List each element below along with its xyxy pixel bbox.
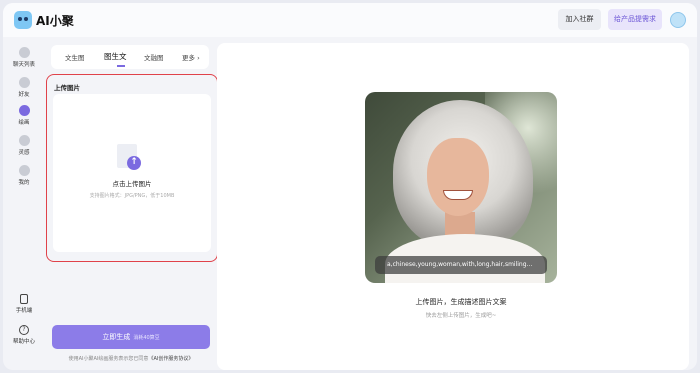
- upload-arrow-icon: ↑: [127, 156, 141, 170]
- mode-tabs: 文生图 图生文 文融图 更多 ›: [51, 45, 209, 69]
- agreement-prefix: 使用AI小聚AI绘画服务表示您已同意: [68, 356, 149, 362]
- app-name: AI小聚: [36, 14, 74, 28]
- generate-button[interactable]: 立即生成 消耗40算豆: [52, 325, 210, 349]
- tool-panel: 文生图 图生文 文融图 更多 › 上传图片 ↑ 点击上传图片 支持图片格式：JP…: [45, 39, 218, 370]
- top-header: AI小聚 加入社群 给产品提需求: [3, 3, 697, 37]
- help-icon: ?: [19, 325, 29, 335]
- tab-image-fusion[interactable]: 文融图: [144, 52, 164, 62]
- sidebar-item-label: 灵感: [18, 150, 30, 156]
- agreement-link[interactable]: 《AI创作服务协议》: [148, 356, 193, 362]
- paint-icon: [18, 105, 30, 116]
- app-window: AI小聚 加入社群 给产品提需求 聊天列表 好友 绘画 灵感 我的 手机端 ? …: [3, 3, 697, 370]
- sidebar-item-chat-list[interactable]: 聊天列表: [3, 47, 45, 68]
- image-caption: a,chinese,young,woman,with,long,hair,smi…: [375, 256, 547, 274]
- sidebar-item-label: 手机端: [15, 308, 33, 314]
- example-image: a,chinese,young,woman,with,long,hair,smi…: [365, 92, 557, 283]
- generate-cost: 消耗40算豆: [133, 335, 160, 341]
- tab-image-to-text[interactable]: 图生文: [104, 51, 127, 62]
- sidebar-item-profile[interactable]: 我的: [3, 165, 45, 186]
- friend-icon: [18, 77, 30, 88]
- upload-label: 点击上传图片: [112, 180, 152, 188]
- sidebar-item-label: 好友: [18, 92, 30, 98]
- tab-more[interactable]: 更多 ›: [182, 52, 200, 62]
- sidebar-item-label: 我的: [18, 180, 30, 186]
- avatar[interactable]: [670, 12, 686, 28]
- sidebar-item-friends[interactable]: 好友: [3, 77, 45, 98]
- sidebar-item-label: 聊天列表: [12, 62, 35, 68]
- inspiration-icon: [18, 135, 30, 146]
- sidebar-item-label: 绘画: [18, 120, 30, 126]
- upload-dropzone[interactable]: ↑ 点击上传图片 支持图片格式：JPG/PNG，低于10MB: [53, 94, 211, 252]
- result-area: a,chinese,young,woman,with,long,hair,smi…: [217, 43, 689, 370]
- sidebar-item-mobile[interactable]: 手机端: [3, 294, 45, 314]
- feature-request-button[interactable]: 给产品提需求: [608, 9, 662, 30]
- sidebar-item-label: 帮助中心: [12, 339, 35, 345]
- upload-hint: 支持图片格式：JPG/PNG，低于10MB: [89, 193, 175, 199]
- phone-icon: [20, 294, 28, 304]
- join-community-button[interactable]: 加入社群: [558, 9, 601, 30]
- tab-text-to-image[interactable]: 文生图: [65, 52, 85, 62]
- sidebar-nav: 聊天列表 好友 绘画 灵感 我的 手机端 ? 帮助中心: [3, 37, 45, 370]
- sidebar-item-inspiration[interactable]: 灵感: [3, 135, 45, 156]
- chat-icon: [18, 47, 30, 58]
- generate-label: 立即生成: [102, 333, 131, 341]
- upload-title: 上传图片: [54, 84, 80, 92]
- result-title: 上传图片，生成描述图片文案: [415, 298, 507, 306]
- result-subtitle: 快去左侧上传图片，生成吧~: [425, 313, 497, 319]
- sidebar-item-help[interactable]: ? 帮助中心: [3, 325, 45, 345]
- agreement-text: 使用AI小聚AI绘画服务表示您已同意《AI创作服务协议》: [52, 355, 210, 362]
- sidebar-item-paint[interactable]: 绘画: [3, 105, 45, 126]
- profile-icon: [18, 165, 30, 176]
- chevron-down-icon: ›: [197, 54, 200, 62]
- upload-section: 上传图片 ↑ 点击上传图片 支持图片格式：JPG/PNG，低于10MB: [46, 74, 218, 262]
- logo-icon: [14, 11, 32, 29]
- active-tab-indicator: [117, 65, 125, 67]
